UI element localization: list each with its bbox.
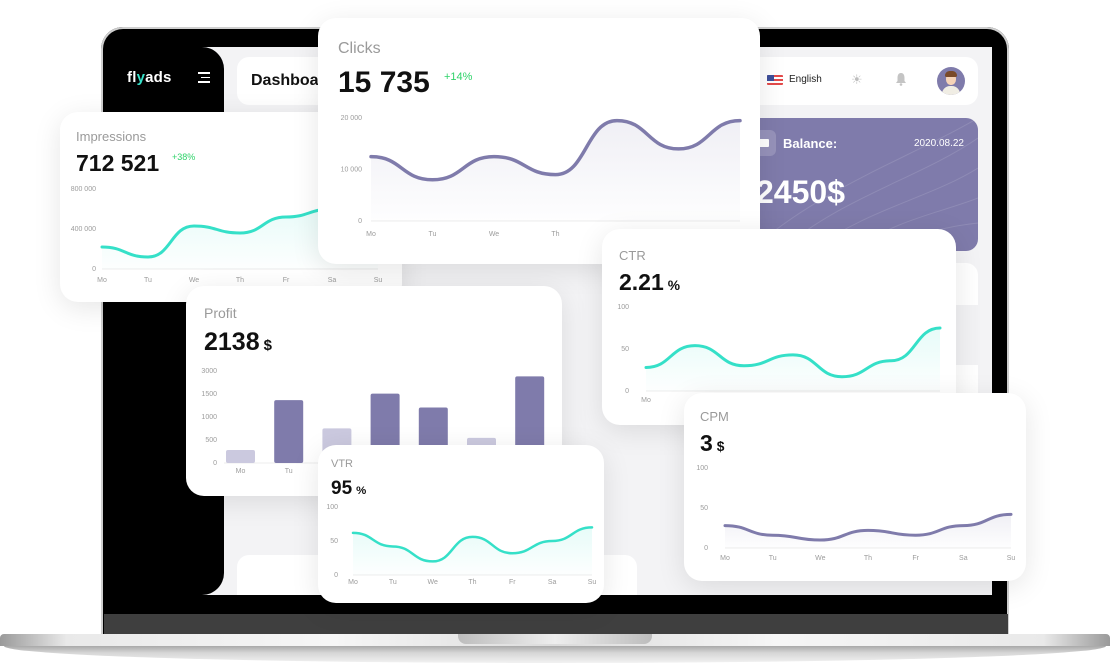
x-tick-label: Mo	[641, 397, 651, 404]
x-tick-label: Mo	[97, 277, 107, 284]
x-tick-label: Tu	[389, 579, 397, 586]
hamburger-menu-icon[interactable]	[198, 72, 210, 83]
x-tick-label: Su	[374, 277, 383, 284]
bell-icon[interactable]	[895, 72, 907, 86]
x-tick-label: Th	[468, 579, 476, 586]
x-tick-label: Fr	[912, 555, 919, 562]
vtr-area-fill	[353, 527, 592, 575]
x-tick-label: Th	[864, 555, 872, 562]
y-tick-label: 0	[704, 545, 708, 552]
sun-icon[interactable]: ☀	[851, 72, 863, 88]
x-tick-label: Tu	[144, 277, 152, 284]
user-avatar[interactable]	[937, 67, 965, 95]
us-flag-icon	[767, 74, 783, 85]
y-tick-label: 3000	[201, 368, 217, 375]
x-tick-label: Fr	[283, 277, 290, 284]
vtr-chart: 0 50 100 Mo Tu We Th Fr Sa Su	[326, 504, 597, 586]
balance-date: 2020.08.22	[913, 138, 964, 149]
vtr-card[interactable]: VTR 95% 0 50 100 Mo Tu We Th Fr Sa Su	[318, 445, 604, 603]
y-tick-label: 100	[617, 304, 629, 311]
profit-bar	[226, 450, 255, 463]
clicks-area-fill	[371, 120, 740, 221]
balance-label: Balance:	[783, 136, 838, 151]
y-tick-label: 0	[358, 218, 362, 225]
y-tick-label: 0	[213, 460, 217, 467]
laptop-foot	[4, 646, 1106, 663]
x-tick-label: Su	[1007, 555, 1016, 562]
y-tick-label: 0	[334, 572, 338, 579]
x-tick-label: We	[489, 231, 499, 238]
x-tick-label: Tu	[769, 555, 777, 562]
x-tick-label: Su	[588, 579, 597, 586]
x-tick-label: Mo	[236, 468, 246, 475]
y-tick-label: 400 000	[71, 226, 96, 233]
y-tick-label: 50	[330, 538, 338, 545]
y-tick-label: 100	[326, 504, 338, 511]
x-tick-label: We	[427, 579, 437, 586]
logo[interactable]: flyads	[127, 69, 172, 86]
y-tick-label: 0	[92, 266, 96, 273]
y-tick-label: 1500	[201, 391, 217, 398]
x-tick-label: Tu	[285, 468, 293, 475]
x-tick-label: Sa	[328, 277, 337, 284]
y-tick-label: 500	[205, 437, 217, 444]
cpm-card[interactable]: CPM 3 $ 0 50 100 Mo Tu We Th Fr Sa Su	[684, 393, 1026, 581]
x-tick-label: Tu	[429, 231, 437, 238]
y-tick-label: 100	[696, 465, 708, 472]
x-tick-label: Th	[236, 277, 244, 284]
y-tick-label: 50	[700, 505, 708, 512]
x-tick-label: Mo	[366, 231, 376, 238]
clicks-chart: 0 10 000 20 000 Mo Tu We Th	[341, 115, 742, 238]
x-tick-label: Sa	[548, 579, 557, 586]
y-tick-label: 0	[625, 388, 629, 395]
balance-amount: 2450$	[756, 174, 845, 210]
laptop-notch	[458, 634, 652, 644]
y-tick-label: 800 000	[71, 186, 96, 193]
x-tick-label: Mo	[720, 555, 730, 562]
clicks-card[interactable]: Clicks 15 735 +14% 0 10 000 20 000 Mo Tu We Th	[318, 18, 760, 264]
x-tick-label: Fr	[509, 579, 516, 586]
x-tick-label: We	[189, 277, 199, 284]
x-tick-label: Mo	[348, 579, 358, 586]
y-tick-label: 50	[621, 346, 629, 353]
x-tick-label: Th	[551, 231, 559, 238]
y-tick-label: 10 000	[341, 167, 363, 174]
y-tick-label: 1000	[201, 414, 217, 421]
language-label: English	[789, 74, 822, 85]
cpm-chart: 0 50 100 Mo Tu We Th Fr Sa Su	[696, 465, 1016, 562]
x-tick-label: We	[815, 555, 825, 562]
language-selector[interactable]: English	[767, 74, 822, 85]
x-tick-label: Sa	[959, 555, 968, 562]
profit-bar	[274, 400, 304, 463]
y-tick-label: 20 000	[341, 115, 363, 122]
laptop-chin	[104, 614, 1008, 634]
